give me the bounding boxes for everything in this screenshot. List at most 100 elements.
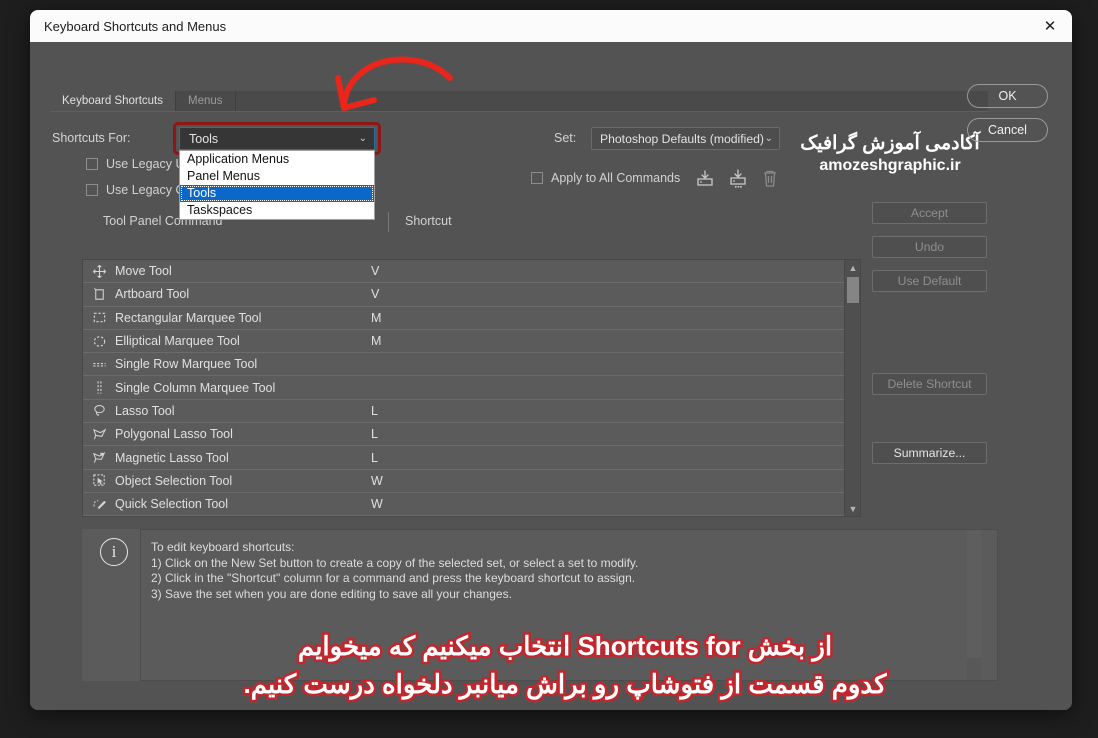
keyboard-shortcuts-dialog: Keyboard Shortcuts and Menus ✕ Keyboard … [30, 10, 1072, 710]
list-scrollbar[interactable]: ▲ ▼ [844, 260, 860, 516]
tool-name: Artboard Tool [115, 287, 190, 302]
header-shortcut: Shortcut [405, 214, 452, 228]
shortcuts-for-dropdown-list[interactable]: Application Menus Panel Menus Tools Task… [179, 150, 375, 220]
button-label: Use Default [897, 274, 962, 288]
tool-shortcut[interactable]: L [371, 451, 431, 465]
use-legacy-label: Use Legacy C [106, 183, 185, 197]
annotation-line-1: از بخش Shortcuts for انتخاب میکنیم که می… [150, 627, 980, 665]
dialog-body: Keyboard Shortcuts Menus Shortcuts For: … [30, 42, 1072, 710]
info-line: 1) Click on the New Set button to create… [151, 555, 639, 570]
cancel-button[interactable]: Cancel [967, 118, 1048, 142]
shortcuts-for-label: Shortcuts For: [52, 131, 131, 145]
summarize-button[interactable]: Summarize... [872, 442, 987, 464]
apply-to-all-commands-row[interactable]: Apply to All Commands [531, 171, 680, 185]
close-icon[interactable]: ✕ [1028, 10, 1072, 42]
magnetic-lasso-icon [83, 450, 115, 465]
shortcuts-for-select-wrap: Tools ⌄ [179, 127, 375, 150]
watermark: آکادمی آموزش گرافیک amozeshgraphic.ir [790, 132, 990, 176]
use-default-button: Use Default [872, 270, 987, 292]
tool-name: Magnetic Lasso Tool [115, 450, 229, 465]
tool-list-panel: Move Tool V Artboard Tool V Rectangular … [82, 259, 861, 517]
dropdown-option-taskspaces[interactable]: Taskspaces [180, 202, 374, 219]
button-label: Accept [910, 206, 949, 220]
tab-label: Menus [188, 95, 223, 107]
tool-shortcut[interactable]: M [371, 334, 431, 348]
ok-button[interactable]: OK [967, 84, 1048, 108]
checkbox[interactable] [86, 184, 98, 196]
single-column-marquee-icon [83, 380, 115, 395]
header-divider [388, 212, 389, 232]
button-label: Cancel [988, 123, 1027, 137]
tab-keyboard-shortcuts[interactable]: Keyboard Shortcuts [50, 91, 177, 111]
annotation-suffix: انتخاب میکنیم که میخوایم [295, 629, 578, 664]
scroll-down-icon[interactable]: ▼ [845, 501, 860, 516]
info-line: To edit keyboard shortcuts: [151, 540, 295, 554]
dropdown-option-application-menus[interactable]: Application Menus [180, 151, 374, 168]
use-legacy-undo-row[interactable]: Use Legacy U [86, 157, 185, 171]
tool-name: Elliptical Marquee Tool [115, 334, 240, 349]
column-headers: Tool Panel Command Shortcut [50, 212, 850, 236]
tool-name: Single Column Marquee Tool [115, 380, 276, 395]
info-line: 3) Save the set when you are done editin… [151, 586, 512, 601]
scroll-up-icon[interactable]: ▲ [845, 260, 860, 275]
tool-shortcut[interactable]: V [371, 287, 431, 301]
scrollbar-thumb[interactable] [847, 277, 859, 303]
table-row[interactable]: Object Selection Tool W [83, 470, 845, 493]
accept-button: Accept [872, 202, 987, 224]
shortcuts-for-select[interactable]: Tools ⌄ [179, 127, 375, 150]
tool-shortcut[interactable]: W [371, 474, 431, 488]
table-row[interactable]: Single Row Marquee Tool [83, 353, 845, 377]
tool-shortcut[interactable]: M [371, 311, 431, 325]
quick-selection-icon [83, 497, 115, 512]
polygonal-lasso-icon [83, 427, 115, 442]
button-label: Delete Shortcut [887, 377, 972, 391]
tab-filler [236, 91, 988, 111]
table-row[interactable]: Lasso Tool L [83, 400, 845, 424]
tool-name: Quick Selection Tool [115, 497, 229, 512]
set-label: Set: [554, 131, 577, 145]
single-row-marquee-icon [83, 357, 115, 372]
delete-set-icon [759, 169, 781, 189]
tool-name: Object Selection Tool [115, 473, 233, 488]
dropdown-option-tools[interactable]: Tools [180, 185, 374, 202]
save-as-new-set-icon[interactable] [727, 169, 749, 189]
annotation-english: Shortcuts for [575, 629, 743, 664]
table-row[interactable]: Single Column Marquee Tool [83, 376, 845, 400]
tool-name: Move Tool [115, 264, 172, 279]
move-tool-icon [83, 264, 115, 279]
table-row[interactable]: Artboard Tool V [83, 283, 845, 307]
button-label: Undo [914, 240, 945, 254]
tab-menus[interactable]: Menus [176, 91, 236, 111]
set-select[interactable]: Photoshop Defaults (modified) ⌄ [591, 127, 780, 150]
chevron-down-icon: ⌄ [764, 133, 773, 144]
save-set-icon[interactable] [694, 169, 716, 189]
use-legacy-channel-row[interactable]: Use Legacy C [86, 183, 185, 197]
table-row[interactable]: Move Tool V [83, 260, 845, 284]
rectangular-marquee-icon [83, 310, 115, 325]
info-icon: i [100, 538, 128, 566]
annotation-line-2: کدوم قسمت از فتوشاپ رو براش میانبر دلخوا… [241, 667, 889, 702]
table-row[interactable]: Quick Selection Tool W [83, 493, 845, 516]
use-legacy-label: Use Legacy U [106, 157, 185, 171]
checkbox[interactable] [86, 158, 98, 170]
tool-name: Rectangular Marquee Tool [115, 310, 262, 325]
window-title: Keyboard Shortcuts and Menus [44, 18, 227, 34]
table-row[interactable]: Polygonal Lasso Tool L [83, 423, 845, 447]
tool-shortcut[interactable]: L [371, 427, 431, 441]
tool-name: Polygonal Lasso Tool [115, 427, 233, 442]
title-bar: Keyboard Shortcuts and Menus ✕ [30, 10, 1072, 42]
table-row[interactable]: Elliptical Marquee Tool M [83, 330, 845, 354]
dropdown-option-panel-menus[interactable]: Panel Menus [180, 168, 374, 185]
checkbox[interactable] [531, 172, 543, 184]
artboard-tool-icon [83, 287, 115, 302]
chevron-down-icon: ⌄ [358, 133, 367, 144]
tab-label: Keyboard Shortcuts [62, 95, 164, 107]
table-row[interactable]: Rectangular Marquee Tool M [83, 307, 845, 330]
tool-shortcut[interactable]: L [371, 404, 431, 418]
watermark-site: amozeshgraphic.ir [819, 157, 961, 174]
tool-shortcut[interactable]: W [371, 497, 431, 511]
set-value: Photoshop Defaults (modified) [600, 131, 764, 146]
shortcuts-for-value: Tools [189, 131, 219, 146]
tool-shortcut[interactable]: V [371, 264, 431, 278]
table-row[interactable]: Magnetic Lasso Tool L [83, 446, 845, 470]
